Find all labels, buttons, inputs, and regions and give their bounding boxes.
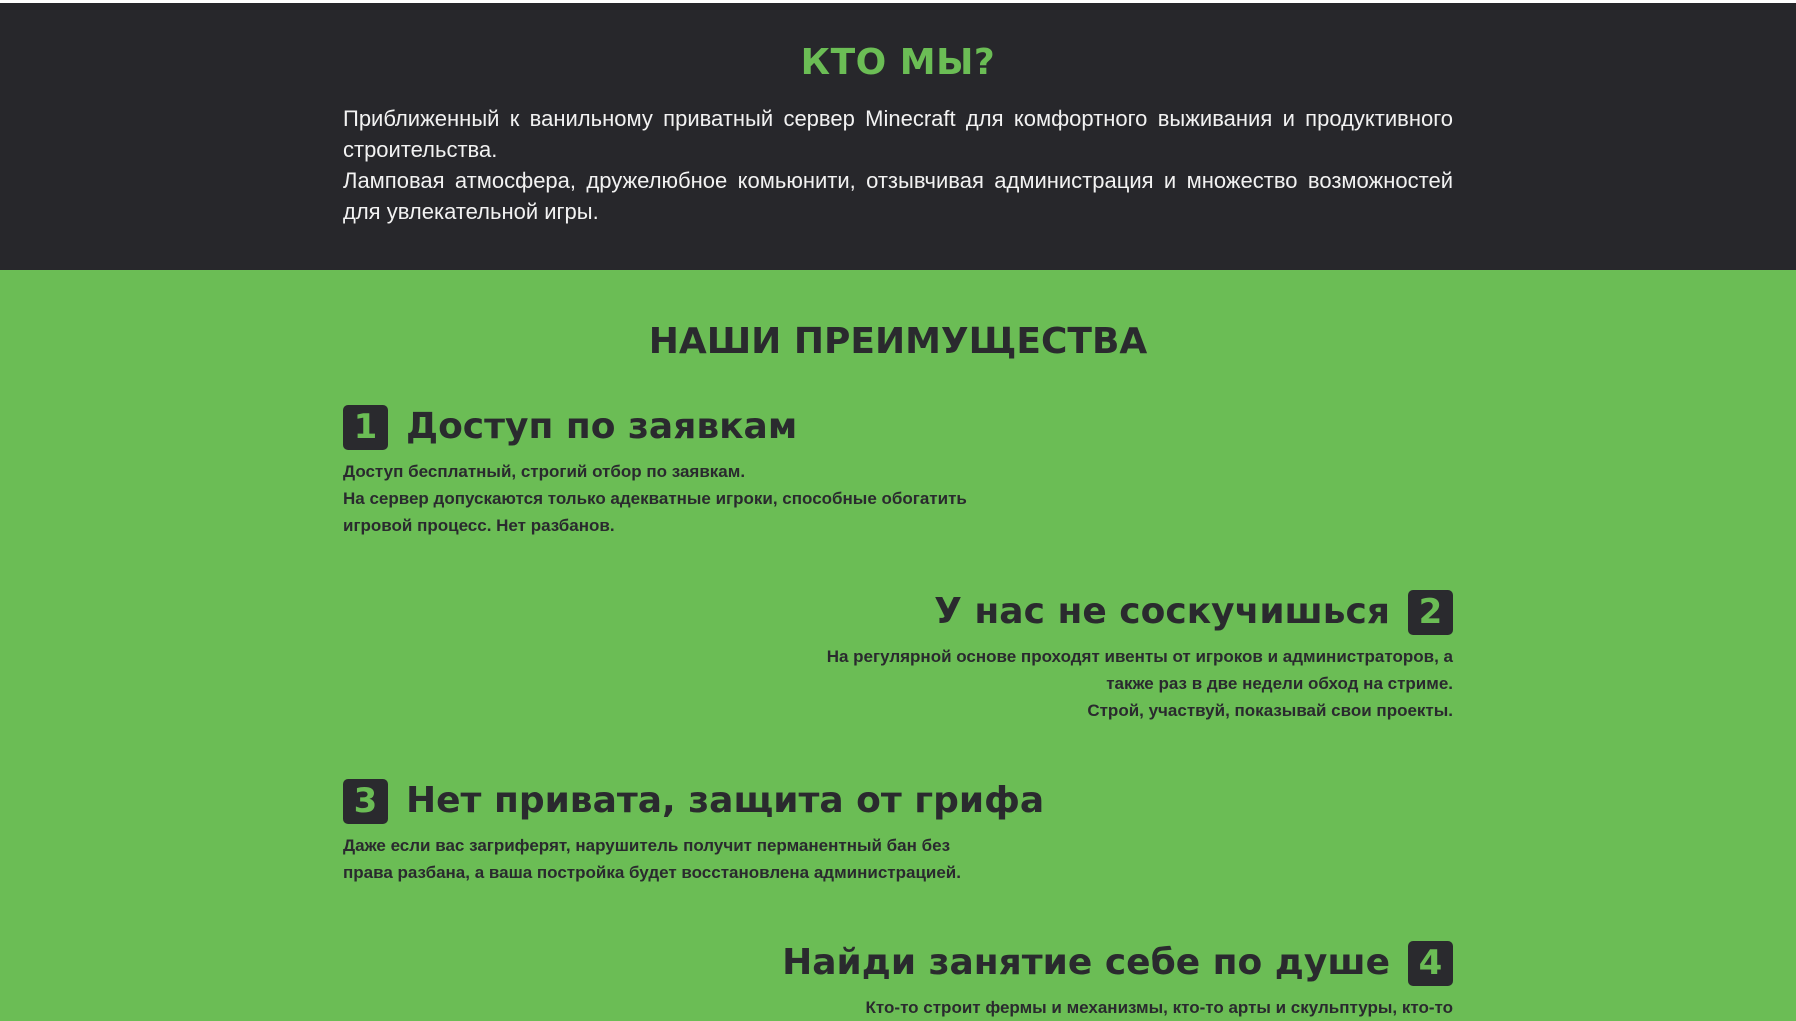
about-section: КТО МЫ? Приближенный к ванильному приват…: [0, 3, 1796, 270]
features-title: НАШИ ПРЕИМУЩЕСТВА: [648, 321, 1148, 362]
feature-number-badge: 1: [343, 404, 388, 450]
feature-description-line: Даже если вас загриферят, нарушитель пол…: [343, 836, 961, 882]
feature-description: На регулярной основе проходят ивенты от …: [793, 643, 1453, 724]
feature-description: Даже если вас загриферят, нарушитель пол…: [343, 832, 1003, 886]
about-paragraph-1: Приближенный к ванильному приватный серв…: [343, 106, 1453, 162]
feature-description: Доступ бесплатный, строгий отбор по заяв…: [343, 458, 1003, 539]
feature-number-badge: 2: [1408, 589, 1453, 635]
feature-number-badge: 3: [343, 778, 388, 824]
feature-item-2: У нас не соскучишься 2 На регулярной осн…: [343, 589, 1453, 724]
feature-title: Доступ по заявкам: [406, 406, 798, 447]
feature-header: 1 Доступ по заявкам: [343, 404, 1453, 450]
features-section: НАШИ ПРЕИМУЩЕСТВА 1 Доступ по заявкам До…: [0, 270, 1796, 1021]
about-title: КТО МЫ?: [800, 42, 996, 83]
feature-item-1: 1 Доступ по заявкам Доступ бесплатный, с…: [343, 404, 1453, 539]
feature-header: Найди занятие себе по душе 4: [343, 940, 1453, 986]
feature-description-line: На регулярной основе проходят ивенты от …: [826, 647, 1453, 693]
about-text: Приближенный к ванильному приватный серв…: [343, 103, 1453, 227]
feature-number-badge: 4: [1408, 940, 1453, 986]
about-paragraph-2: Ламповая атмосфера, дружелюбное комьюнит…: [343, 168, 1453, 224]
feature-description-line: На сервер допускаются только адекватные …: [343, 489, 967, 535]
feature-item-4: Найди занятие себе по душе 4 Кто-то стро…: [343, 940, 1453, 1021]
feature-title: Найди занятие себе по душе: [782, 942, 1390, 983]
feature-description-line: Доступ бесплатный, строгий отбор по заяв…: [343, 462, 746, 481]
feature-description-line: Строй, участвуй, показывай свои проекты.: [1087, 701, 1453, 720]
feature-header: У нас не соскучишься 2: [343, 589, 1453, 635]
feature-item-3: 3 Нет привата, защита от грифа Даже если…: [343, 778, 1453, 886]
feature-header: 3 Нет привата, защита от грифа: [343, 778, 1453, 824]
feature-title: Нет привата, защита от грифа: [406, 780, 1045, 821]
feature-title: У нас не соскучишься: [934, 591, 1390, 632]
